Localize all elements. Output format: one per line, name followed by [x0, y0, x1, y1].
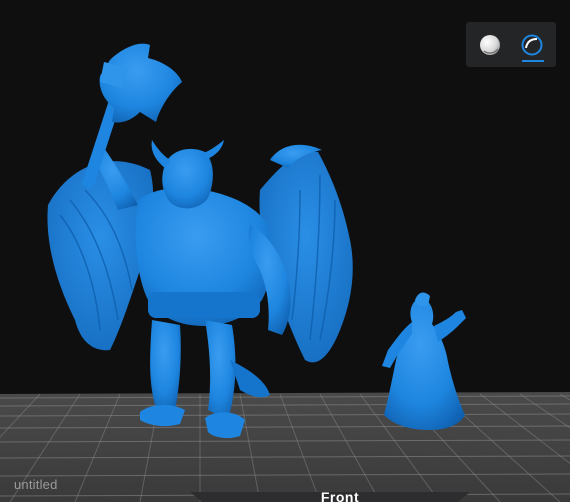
- active-mode-indicator: [522, 60, 544, 62]
- document-title: untitled: [14, 477, 58, 492]
- build-plate: [0, 392, 570, 502]
- scene-canvas[interactable]: [0, 0, 570, 502]
- xray-view-button[interactable]: [514, 28, 550, 62]
- winged-demon-model[interactable]: [47, 43, 353, 439]
- view-cube-front-face[interactable]: Front: [200, 488, 480, 502]
- shaded-view-button[interactable]: [472, 28, 508, 62]
- xray-sphere-icon: [521, 34, 543, 56]
- view-mode-toolbar: [466, 22, 556, 67]
- 3d-viewport[interactable]: untitled Front: [0, 0, 570, 502]
- shaded-sphere-icon: [480, 35, 500, 55]
- robed-sorcerer-model[interactable]: [382, 292, 466, 430]
- front-face-label: Front: [320, 489, 360, 502]
